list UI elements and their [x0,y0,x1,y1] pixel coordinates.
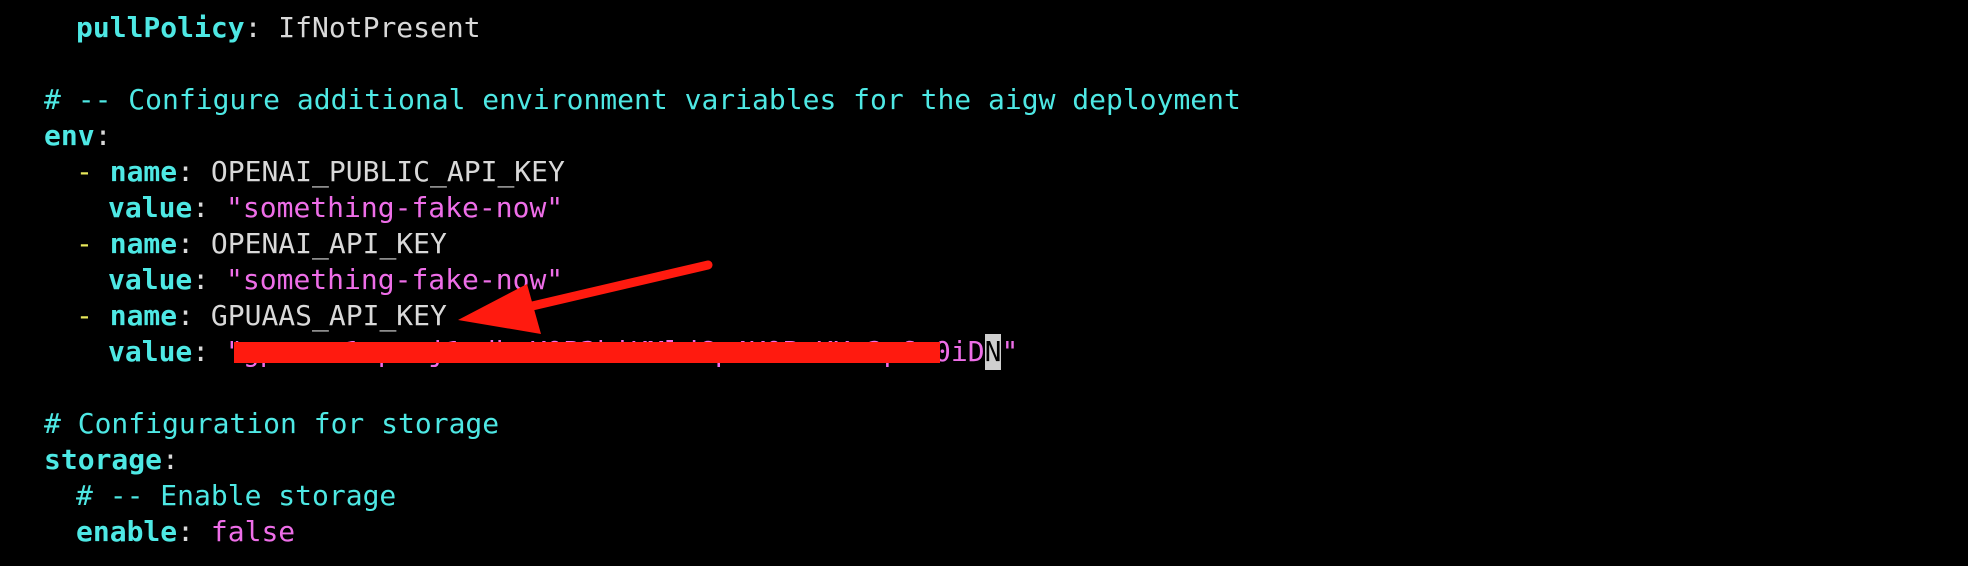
redacted-quote-open: " [226,335,243,368]
env-entry-name-value: GPUAAS_API_KEY [210,299,447,332]
env-entry-value-line-redacted: value: "gpuaas1-proj1-dbcK0P3hiKMldCp4K0… [108,334,1019,370]
enable-line: enable: false [76,515,296,548]
pull-policy-value: IfNotPresent [278,11,481,44]
redacted-secret-value: gpuaas1-proj1-dbcK0P3hiKMldCp4K0P-KKs2p6… [242,335,985,368]
storage-enable-comment: # -- Enable storage [76,479,397,512]
storage-key: storage [44,443,163,476]
env-key: env [44,119,95,152]
pull-policy-line: pullPolicy: IfNotPresent [76,11,481,44]
env-entry-name-line: - name: GPUAAS_API_KEY [76,299,447,332]
env-entry-name-key: name [109,299,178,332]
storage-comment: # Configuration for storage [44,407,500,440]
enable-value: false [210,515,296,548]
env-entry-name-line: - name: OPENAI_API_KEY [76,227,447,260]
enable-key: enable [76,515,178,548]
redacted-quote-close: " [1001,335,1019,368]
env-entry-value-string: "something-fake-now" [226,191,564,224]
env-entry-name-value: OPENAI_PUBLIC_API_KEY [210,155,565,188]
env-entry-value-string: "something-fake-now" [226,263,564,296]
env-entry-value-line: value: "something-fake-now" [108,263,564,296]
env-comment: # -- Configure additional environment va… [44,83,1241,116]
env-entry-value-key: value [108,335,193,368]
env-entry-name-key: name [109,155,178,188]
env-entry-value-key: value [108,191,193,224]
text-cursor[interactable]: N [984,334,1002,370]
env-entry-name-line: - name: OPENAI_PUBLIC_API_KEY [76,155,565,188]
env-entry-value-key: value [108,263,193,296]
env-key-line: env: [44,119,112,152]
pull-policy-key: pullPolicy [76,11,245,44]
env-entry-name-key: name [109,227,178,260]
storage-key-line: storage: [44,443,179,476]
env-entry-name-value: OPENAI_API_KEY [210,227,447,260]
terminal-window[interactable]: pullPolicy: IfNotPresent # -- Configure … [0,0,1968,566]
env-entry-value-line: value: "something-fake-now" [108,191,564,224]
